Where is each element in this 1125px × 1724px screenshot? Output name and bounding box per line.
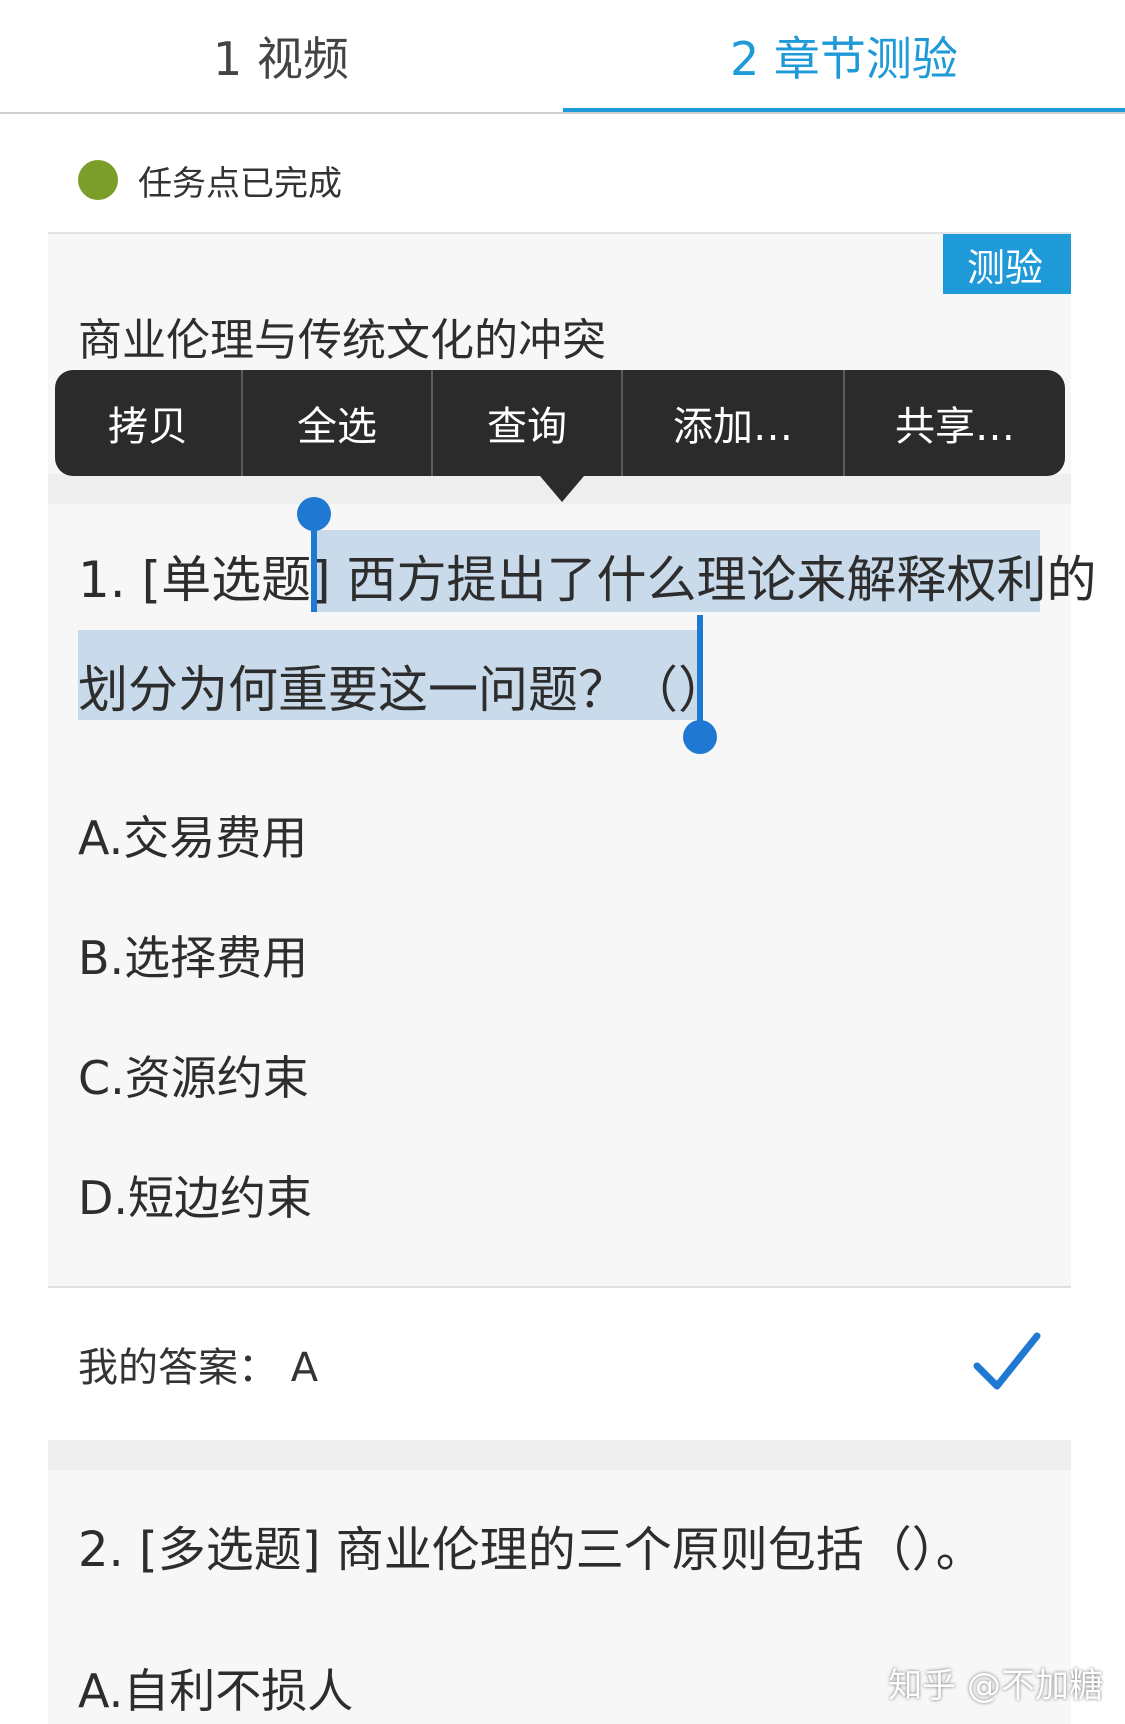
question-1-selected-text: 西方提出了什么理论来解释权利的 [346,551,1097,609]
question-divider [48,1440,1071,1470]
menu-select-all[interactable]: 全选 [243,370,433,476]
my-answer-row: 我的答案： A [48,1286,1071,1442]
selection-end-caret [697,615,703,725]
menu-lookup[interactable]: 查询 [433,370,623,476]
context-menu: 拷贝 全选 查询 添加… 共享… [55,370,1065,476]
question-1-line-1: 1. [单选题] 西方提出了什么理论来解释权利的 [78,525,1097,635]
quiz-title: 商业伦理与传统文化的冲突 [78,315,606,366]
question-1-prefix: 1. [单选题] [78,551,347,609]
question-2: 2. [多选题] 商业伦理的三个原则包括（）。 [78,1522,984,1578]
tab-chapter-quiz[interactable]: 2 章节测验 [563,0,1125,112]
option-a[interactable]: A.自利不损人 [78,1655,353,1721]
menu-copy[interactable]: 拷贝 [55,370,243,476]
status-dot-icon [78,160,118,200]
context-menu-pointer [540,476,584,502]
tab-bar: 1 视频 2 章节测验 [0,0,1125,114]
option-a[interactable]: A.交易费用 [78,802,307,868]
selection-end-handle[interactable] [683,720,717,754]
option-c[interactable]: C.资源约束 [78,1042,309,1108]
selection-start-caret [311,520,317,612]
status-text: 任务点已完成 [138,163,342,204]
option-d[interactable]: D.短边约束 [78,1162,312,1228]
task-status: 任务点已完成 [78,155,342,205]
watermark: 知乎 @不加糖 [888,1666,1103,1706]
menu-share[interactable]: 共享… [845,370,1065,476]
menu-add[interactable]: 添加… [623,370,845,476]
my-answer-text: 我的答案： A [78,1345,319,1391]
option-b[interactable]: B.选择费用 [78,922,308,988]
active-tab-indicator [563,108,1125,112]
tab-video[interactable]: 1 视频 [0,0,562,112]
quiz-badge: 测验 [921,234,1071,294]
question-1-line-2: 划分为何重要这一问题？（） [78,661,728,719]
checkmark-icon [973,1332,1041,1390]
